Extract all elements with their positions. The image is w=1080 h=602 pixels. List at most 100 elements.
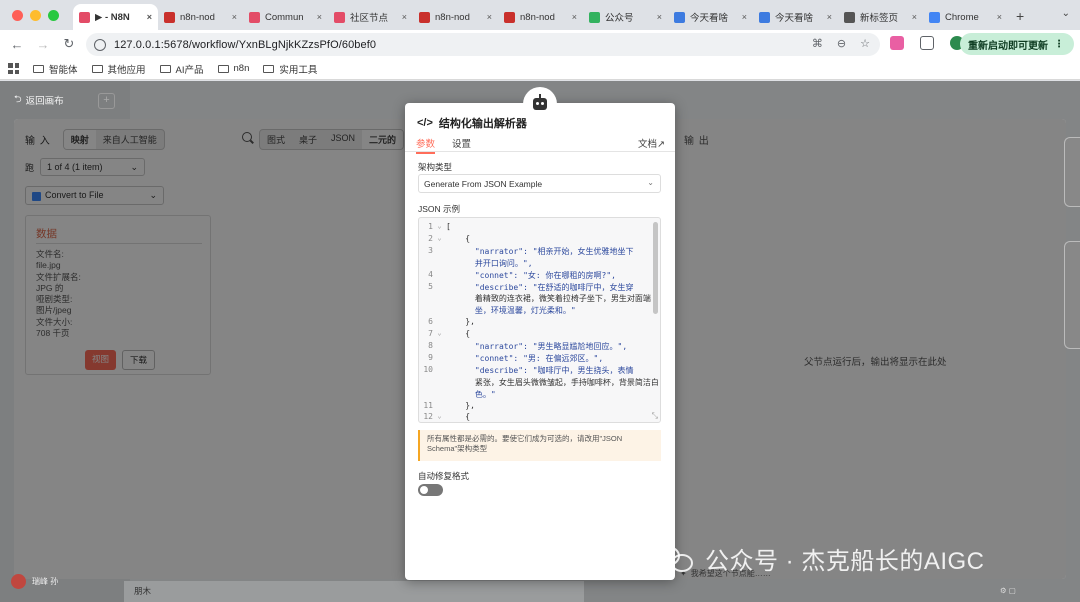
fold-chevron-icon[interactable] (433, 258, 446, 269)
fold-chevron-icon[interactable] (433, 341, 446, 352)
tab-close-icon[interactable]: × (742, 12, 747, 22)
download-button[interactable]: 下载 (122, 350, 156, 370)
code-line: 着精致的连衣裙，微笑着拉椅子坐下，男生对面端 (419, 293, 651, 304)
browser-tab[interactable]: 今天看啥 × (668, 4, 753, 30)
run-dropdown[interactable]: 1 of 4 (1 item) ⌄ (40, 158, 146, 176)
browser-tab[interactable]: 社区节点 × (328, 4, 413, 30)
fold-chevron-icon[interactable]: ⌄ (433, 222, 446, 231)
fold-chevron-icon[interactable] (433, 389, 446, 400)
tab-close-icon[interactable]: × (657, 12, 662, 22)
input-node-value: Convert to File (45, 190, 104, 201)
browser-tab[interactable]: Commun × (243, 4, 328, 30)
fold-chevron-icon[interactable] (433, 317, 446, 326)
tab-parameters[interactable]: 参数 (416, 136, 436, 154)
extensions-puzzle-icon[interactable] (920, 36, 934, 50)
tab-favicon-icon (759, 11, 770, 23)
fold-chevron-icon[interactable] (433, 246, 446, 257)
tab-close-icon[interactable]: × (997, 12, 1002, 22)
fold-chevron-icon[interactable] (433, 293, 446, 304)
resize-handle-icon[interactable]: ⤡ (652, 411, 658, 421)
bookmark-item[interactable]: n8n (217, 63, 249, 74)
bookmark-item[interactable]: 其他应用 (91, 62, 146, 76)
input-mode-tab[interactable]: 映射 (63, 130, 96, 149)
tab-close-icon[interactable]: × (487, 12, 492, 22)
forward-arrow-icon[interactable]: → (30, 37, 56, 52)
input-view-tab[interactable]: 图式 (260, 130, 292, 149)
tab-title: 社区节点 (350, 13, 389, 24)
tab-close-icon[interactable]: × (147, 12, 152, 22)
fold-chevron-icon[interactable] (433, 305, 446, 316)
relaunch-update-button[interactable]: 重新启动即可更新 ⋮ (960, 33, 1074, 55)
browser-tab[interactable]: 公众号 × (583, 4, 668, 30)
address-bar-row: ← → ↻ 127.0.0.1:5678/workflow/YxnBLgNjkK… (0, 30, 1080, 58)
extension-icon[interactable] (890, 36, 904, 50)
browser-tab[interactable]: n8n-nod × (158, 4, 243, 30)
browser-tab[interactable]: Chrome × (923, 4, 1008, 30)
fold-chevron-icon[interactable]: ⌄ (433, 234, 446, 243)
bookmark-item[interactable]: 智能体 (33, 62, 78, 76)
user-menu[interactable]: 瑞峰 孙 (11, 574, 58, 589)
tab-close-icon[interactable]: × (402, 12, 407, 22)
tab-title: Chrome (945, 11, 979, 23)
tab-close-icon[interactable]: × (572, 12, 577, 22)
tab-favicon-icon (419, 11, 430, 23)
new-tab-button[interactable]: + (1008, 8, 1032, 24)
bookmark-star-icon[interactable]: ☆ (860, 37, 870, 50)
docs-link[interactable]: 文档↗ (638, 136, 665, 150)
bookmark-item[interactable]: 实用工具 (263, 62, 317, 76)
chevron-down-icon: ⌄ (149, 190, 157, 200)
code-text: 坐，环境温馨，灯光柔和。" (446, 306, 576, 316)
reload-icon[interactable]: ↻ (56, 36, 82, 52)
translate-icon[interactable]: ⌘ (812, 37, 823, 50)
apps-grid-icon[interactable] (8, 63, 19, 74)
browser-tab[interactable]: 新标签页 × (838, 4, 923, 30)
fold-chevron-icon[interactable]: ⌄ (433, 329, 446, 338)
tab-close-icon[interactable]: × (912, 12, 917, 22)
window-controls (0, 9, 73, 21)
add-node-button[interactable]: + (98, 93, 115, 109)
fold-chevron-icon[interactable] (433, 365, 446, 376)
tab-search-icon[interactable]: ⌄ (1062, 8, 1070, 19)
schema-type-dropdown[interactable]: Generate From JSON Example ⌄ (418, 174, 661, 193)
input-node-dropdown[interactable]: Convert to File ⌄ (25, 186, 164, 205)
back-to-canvas-link[interactable]: ⮌ 返回画布 (14, 92, 64, 108)
fold-chevron-icon[interactable]: ⌄ (433, 412, 446, 421)
input-view-tab[interactable]: JSON (324, 130, 362, 149)
bottom-log-bar[interactable]: 朋木 (124, 581, 584, 602)
input-view-tab[interactable]: 二元的 (362, 130, 404, 149)
url-omnibox[interactable]: 127.0.0.1:5678/workflow/YxnBLgNjkKZzsPfO… (86, 33, 880, 56)
back-arrow-icon[interactable]: ← (4, 37, 30, 52)
fold-chevron-icon[interactable] (433, 401, 446, 410)
fold-chevron-icon[interactable] (433, 377, 446, 388)
view-button[interactable]: 视图 (85, 350, 117, 370)
browser-tab[interactable]: 今天看啥 × (753, 4, 838, 30)
input-mode-tab[interactable]: 来自人工智能 (96, 130, 164, 149)
browser-tab[interactable]: n8n-nod × (498, 4, 583, 30)
bookmark-item[interactable]: AI产品 (159, 62, 204, 76)
bottom-right-status: ⚙ ▢ (1000, 586, 1016, 595)
autofix-toggle[interactable] (418, 484, 443, 496)
tab-close-icon[interactable]: × (827, 12, 832, 22)
fold-chevron-icon[interactable] (433, 282, 446, 293)
browser-tab[interactable]: ▶ - N8N × (73, 4, 158, 30)
zoom-icon[interactable]: ⊖ (837, 37, 846, 50)
folder-icon (33, 64, 44, 73)
fold-chevron-icon[interactable] (433, 353, 446, 364)
fold-chevron-icon[interactable] (433, 270, 446, 281)
maximize-window-button[interactable] (48, 9, 59, 21)
json-example-editor[interactable]: ⤡ 1 ⌄[2 ⌄ {3 "narrator": "相亲开始，女生优雅地坐下 并开口… (418, 217, 661, 423)
editor-scrollbar[interactable] (653, 222, 658, 314)
minimize-window-button[interactable] (30, 9, 41, 21)
code-text: { (446, 233, 471, 243)
close-window-button[interactable] (12, 9, 23, 21)
input-view-tab[interactable]: 桌子 (292, 130, 324, 149)
browser-tab[interactable]: n8n-nod × (413, 4, 498, 30)
tab-close-icon[interactable]: × (232, 12, 237, 22)
docs-link-label: 文档 (638, 139, 658, 150)
search-icon[interactable] (242, 132, 252, 142)
tab-close-icon[interactable]: × (317, 12, 322, 22)
tab-favicon-icon (929, 11, 940, 23)
site-info-icon[interactable] (94, 38, 106, 51)
tab-favicon-icon (164, 11, 175, 23)
tab-settings[interactable]: 设置 (452, 136, 471, 150)
